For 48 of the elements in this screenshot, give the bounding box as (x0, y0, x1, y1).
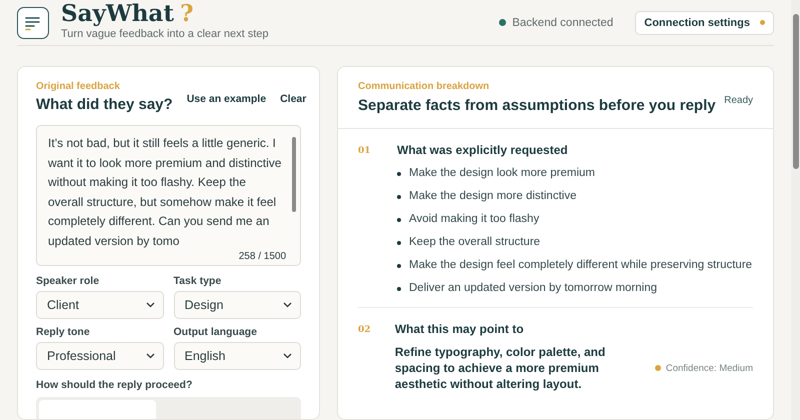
section-heading: What this may point to (394, 322, 525, 336)
bullet-icon (397, 194, 401, 198)
logo-icon (17, 6, 49, 38)
character-count: 258 / 1500 (238, 251, 286, 262)
dropdown-select[interactable]: Client (36, 291, 164, 319)
app-title: SayWhat ? (61, 0, 194, 28)
section-eyebrow: Original feedback (36, 81, 121, 92)
dropdown-select[interactable]: Professional (36, 342, 164, 370)
bullet-icon (397, 264, 401, 268)
bullet-icon (397, 218, 401, 222)
field-label: Reply tone (36, 326, 91, 338)
chevron-down-icon (146, 302, 154, 308)
field-label: How should the reply proceed? (36, 379, 194, 391)
dropdown-select[interactable]: English (174, 342, 301, 370)
status-label: Ready (724, 95, 753, 106)
request-item: Make the design more distinctive (409, 189, 576, 204)
scrollbar-thumb[interactable] (292, 137, 296, 212)
text-link-button[interactable]: Clear (280, 93, 306, 105)
interpretation-text: Refine typography, color palette, and spacing to achieve a more premium aesthetic without altering layout. (394, 344, 606, 392)
field-label: Output language (174, 326, 258, 338)
request-item: Deliver an updated version by tomorrow morning (409, 281, 658, 296)
chevron-down-icon (146, 353, 154, 359)
field-label: Speaker role (36, 275, 100, 287)
feedback-textarea[interactable]: It’s not bad, but it still feels a little generic. I want it to look more premium and distinctive without making it too flashy. Keep the overall structure, but somehow make it feel completely different. Can you send me an updated version by tomo 258 / 1500 (36, 125, 301, 266)
request-item: Avoid making it too flashy (409, 212, 540, 227)
section-title: What did they say? (36, 96, 173, 113)
bullet-icon (397, 286, 401, 290)
request-item: Make the design feel completely different while preserving structure (409, 258, 752, 273)
field-label: Task type (174, 275, 222, 287)
chevron-down-icon (283, 353, 292, 359)
section-eyebrow: Communication breakdown (358, 81, 490, 92)
dropdown-select[interactable]: Design (174, 291, 301, 319)
bullet-icon (397, 240, 401, 244)
backend-status: Backend connected (512, 16, 614, 28)
page-scrollbar[interactable] (791, 0, 800, 420)
connection-settings-button[interactable]: Connection settings (635, 10, 774, 34)
request-item: Make the design look more premium (409, 166, 595, 181)
chevron-down-icon (283, 302, 292, 308)
confidence-label: Confidence: Medium (666, 362, 753, 374)
app-subtitle: Turn vague feedback into a clear next step (61, 28, 270, 40)
request-item: Keep the overall structure (409, 235, 540, 250)
section-number: 01 (358, 145, 372, 158)
bullet-icon (397, 172, 401, 176)
text-link-button[interactable]: Use an example (186, 93, 266, 105)
section-heading: What was explicitly requested (397, 143, 569, 157)
section-title: Separate facts from assumptions before you reply (358, 97, 716, 114)
segmented-control[interactable] (36, 397, 301, 419)
section-number: 02 (358, 324, 372, 337)
